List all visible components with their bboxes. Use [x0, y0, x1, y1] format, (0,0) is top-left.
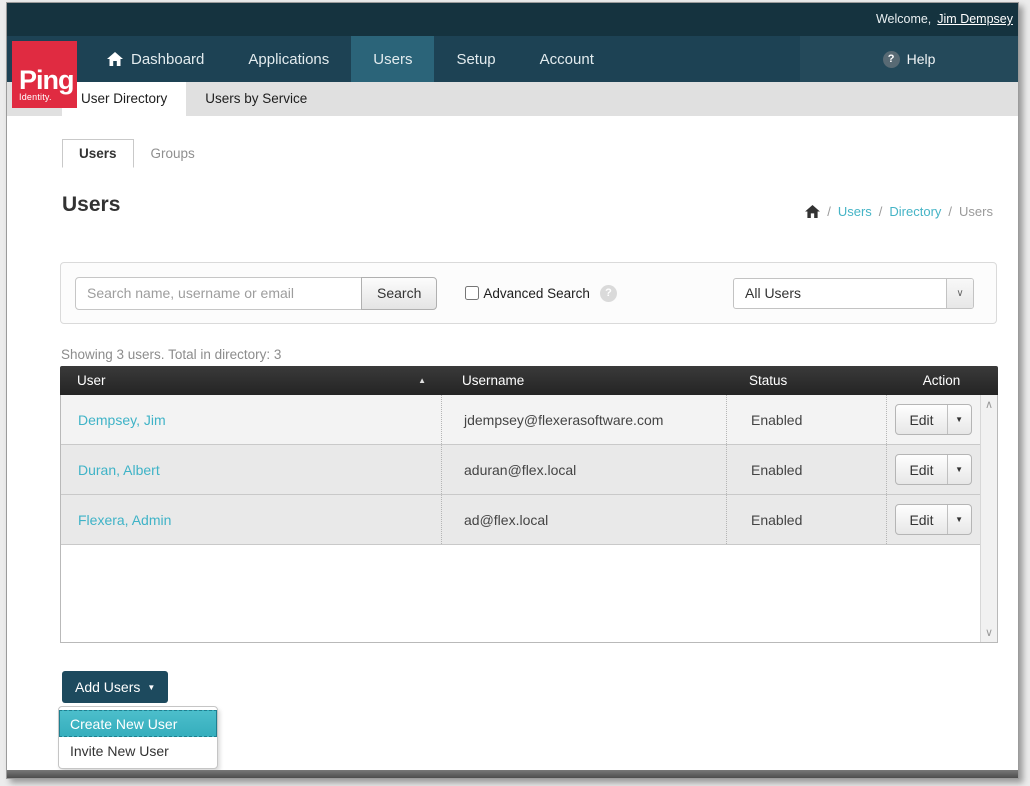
nav-item-applications[interactable]: Applications — [226, 36, 351, 82]
table-body: Dempsey, Jim jdempsey@flexerasoftware.co… — [60, 395, 998, 643]
welcome-label: Welcome, — [876, 12, 931, 26]
breadcrumb: / Users / Directory / Users — [805, 204, 993, 219]
table-row: Duran, Albert aduran@flex.local Enabled … — [61, 445, 980, 495]
advanced-search-group: Advanced Search ? — [465, 285, 617, 302]
advanced-search-label: Advanced Search — [483, 286, 590, 301]
nav-item-label: Applications — [248, 51, 329, 68]
table-scrollbar[interactable]: ∧ ∨ — [980, 395, 997, 642]
breadcrumb-current: Users — [959, 204, 993, 219]
current-user-link[interactable]: Jim Dempsey — [937, 12, 1013, 26]
user-filter-value: All Users — [734, 285, 946, 301]
nav-item-label: Dashboard — [131, 51, 204, 68]
chevron-down-icon: ∨ — [946, 279, 973, 308]
tab-groups[interactable]: Groups — [134, 139, 212, 168]
breadcrumb-separator: / — [879, 204, 883, 219]
nav-item-label: Setup — [456, 51, 495, 68]
username-cell: aduran@flex.local — [441, 445, 726, 494]
status-cell: Enabled — [726, 495, 886, 544]
window-bottom-edge — [7, 770, 1018, 778]
users-table: User ▲ Username Status Action Dempsey, J… — [60, 366, 998, 643]
edit-button[interactable]: Edit — [896, 405, 946, 434]
edit-split-button[interactable]: Edit ▼ — [895, 454, 971, 485]
edit-button[interactable]: Edit — [896, 455, 946, 484]
column-header-action: Action — [885, 373, 998, 388]
table-row: Flexera, Admin ad@flex.local Enabled Edi… — [61, 495, 980, 545]
breadcrumb-separator: / — [827, 204, 831, 219]
results-summary: Showing 3 users. Total in directory: 3 — [61, 347, 281, 362]
add-users-button[interactable]: Add Users ▼ — [62, 671, 168, 703]
help-link[interactable]: Help — [907, 51, 936, 67]
breadcrumb-separator: / — [948, 204, 952, 219]
status-cell: Enabled — [726, 445, 886, 494]
column-header-status[interactable]: Status — [725, 373, 885, 388]
subtab-user-directory[interactable]: User Directory — [62, 82, 186, 116]
search-input[interactable] — [75, 277, 362, 310]
nav-item-setup[interactable]: Setup — [434, 36, 517, 82]
caret-down-icon[interactable]: ▼ — [947, 505, 971, 534]
edit-split-button[interactable]: Edit ▼ — [895, 504, 971, 535]
sort-asc-icon[interactable]: ▲ — [418, 376, 426, 385]
caret-down-icon: ▼ — [147, 683, 155, 692]
caret-down-icon[interactable]: ▼ — [947, 455, 971, 484]
advanced-search-checkbox[interactable] — [465, 286, 479, 300]
edit-split-button[interactable]: Edit ▼ — [895, 404, 971, 435]
welcome-text: Welcome, Jim Dempsey — [876, 12, 1013, 26]
help-icon[interactable]: ? — [883, 51, 900, 68]
nav-item-dashboard[interactable]: Dashboard — [85, 36, 226, 82]
table-row: Dempsey, Jim jdempsey@flexerasoftware.co… — [61, 395, 980, 445]
user-link[interactable]: Dempsey, Jim — [78, 412, 166, 428]
nav-item-label: Users — [373, 51, 412, 68]
menu-item-create-new-user[interactable]: Create New User — [59, 710, 217, 737]
section-tabbar: User Directory Users by Service — [7, 82, 1018, 116]
tab-users[interactable]: Users — [62, 139, 134, 168]
table-header: User ▲ Username Status Action — [60, 366, 998, 395]
status-cell: Enabled — [726, 395, 886, 444]
user-link[interactable]: Duran, Albert — [78, 462, 160, 478]
search-panel: Search Advanced Search ? All Users ∨ — [60, 262, 997, 324]
user-link[interactable]: Flexera, Admin — [78, 512, 171, 528]
edit-button[interactable]: Edit — [896, 505, 946, 534]
user-filter-select[interactable]: All Users ∨ — [733, 278, 974, 309]
inner-tabbar: Users Groups — [62, 139, 212, 168]
add-users-menu: Create New User Invite New User — [58, 706, 218, 769]
top-strip: Welcome, Jim Dempsey — [7, 3, 1018, 36]
breadcrumb-home-icon[interactable] — [805, 205, 820, 218]
nav-items: Dashboard Applications Users Setup Accou… — [85, 36, 616, 82]
scroll-down-icon[interactable]: ∨ — [985, 626, 993, 639]
column-header-user[interactable]: User ▲ — [60, 373, 440, 388]
username-cell: jdempsey@flexerasoftware.com — [441, 395, 726, 444]
help-panel: ? Help — [800, 36, 1018, 82]
caret-down-icon[interactable]: ▼ — [947, 405, 971, 434]
brand-name: Ping — [19, 68, 70, 92]
nav-item-account[interactable]: Account — [518, 36, 616, 82]
search-button[interactable]: Search — [361, 277, 437, 310]
nav-item-users[interactable]: Users — [351, 36, 434, 82]
ping-identity-logo[interactable]: Ping Identity. — [12, 41, 77, 108]
app-window: Welcome, Jim Dempsey ? Help Dashboard App… — [6, 2, 1019, 779]
add-users-label: Add Users — [75, 679, 140, 695]
menu-item-invite-new-user[interactable]: Invite New User — [59, 737, 217, 764]
nav-item-label: Account — [540, 51, 594, 68]
page-title: Users — [62, 193, 120, 217]
advanced-search-help-icon[interactable]: ? — [600, 285, 617, 302]
home-icon — [107, 52, 123, 66]
brand-subname: Identity. — [19, 92, 70, 102]
column-header-username[interactable]: Username — [440, 373, 725, 388]
breadcrumb-link-directory[interactable]: Directory — [889, 204, 941, 219]
username-cell: ad@flex.local — [441, 495, 726, 544]
subtab-users-by-service[interactable]: Users by Service — [186, 82, 326, 116]
scroll-up-icon[interactable]: ∧ — [985, 398, 993, 411]
breadcrumb-link-users[interactable]: Users — [838, 204, 872, 219]
main-navbar: ? Help Dashboard Applications Users Setu… — [7, 36, 1018, 82]
